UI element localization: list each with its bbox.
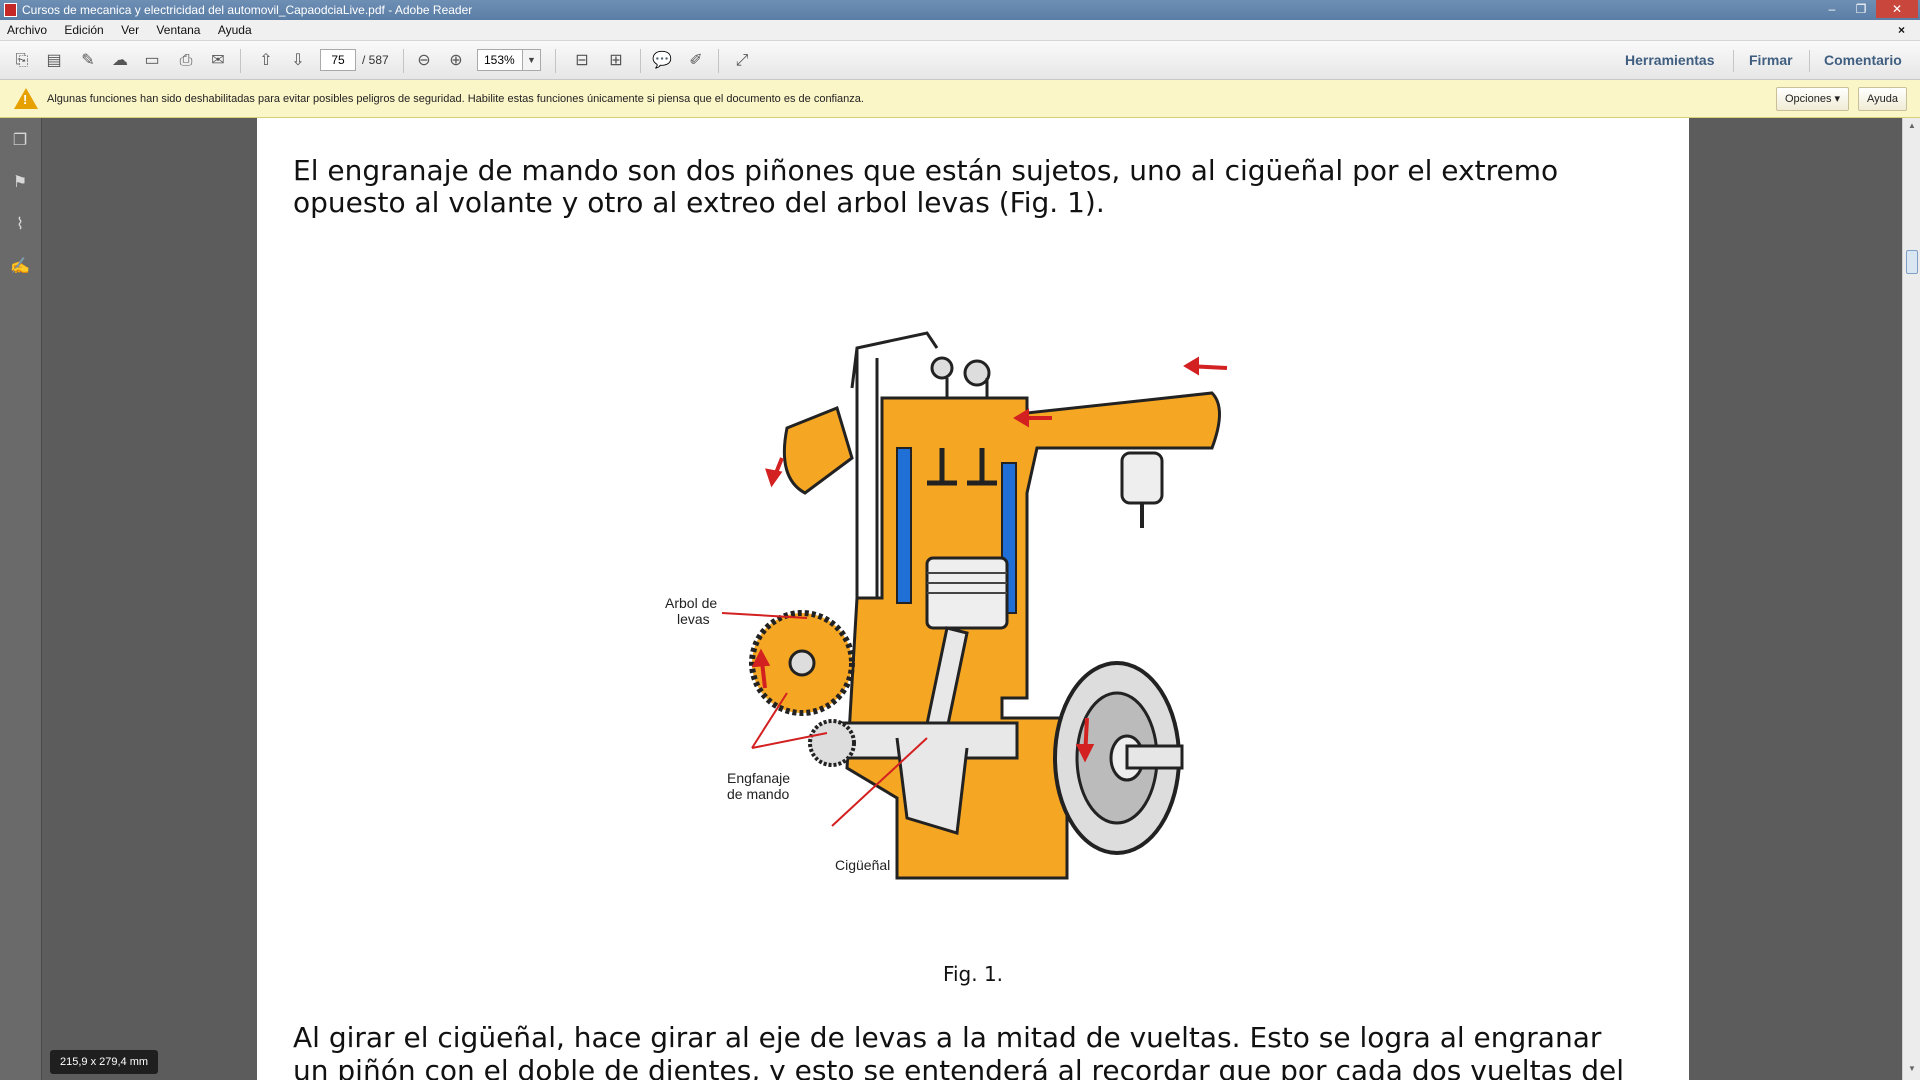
close-document-button[interactable]: × <box>1891 20 1912 41</box>
page-number-input[interactable]: 75 <box>320 49 356 71</box>
edit-icon[interactable]: ✎ <box>76 49 100 73</box>
label-engranaje-2: de mando <box>727 786 789 802</box>
email-icon[interactable]: ✉ <box>206 49 230 73</box>
engine-figure: Arbol de levas Engfanaje de mando Cigüeñ… <box>665 331 1228 880</box>
navigation-pane: ❐ ⚑ ⌇ ✍ <box>0 118 42 1080</box>
page-size-badge: 215,9 x 279,4 mm <box>50 1050 159 1074</box>
exhaust-pipe <box>782 405 854 495</box>
security-warning-bar: ! Algunas funciones han sido deshabilita… <box>0 80 1920 118</box>
cloud-upload-icon[interactable]: ☁ <box>108 49 132 73</box>
fit-width-icon[interactable]: ⊞ <box>604 49 628 73</box>
signatures-icon[interactable]: ✍ <box>9 256 31 278</box>
menu-edicion[interactable]: Edición <box>57 20 110 41</box>
paragraph-2-line-1: Al girar el cigüeñal, hace girar al eje … <box>293 1021 1602 1054</box>
toolbar-divider <box>640 49 641 73</box>
fit-page-icon[interactable]: ⊟ <box>570 49 594 73</box>
scroll-up-icon[interactable]: ▲ <box>1906 121 1918 133</box>
toolbar-divider <box>718 49 719 73</box>
warning-icon: ! <box>14 88 38 109</box>
attachments-icon[interactable]: ⌇ <box>9 214 31 236</box>
sign-link[interactable]: Firmar <box>1749 41 1793 80</box>
menu-bar: Archivo Edición Ver Ventana Ayuda × <box>0 20 1920 41</box>
highlight-icon[interactable]: ✐ <box>684 49 708 73</box>
menu-ventana[interactable]: Ventana <box>149 20 207 41</box>
toolbar-divider <box>555 49 556 73</box>
close-window-button[interactable]: ✕ <box>1876 0 1918 18</box>
open-file-icon[interactable]: ▤ <box>42 49 66 73</box>
figure-caption: Fig. 1. <box>942 962 1004 986</box>
title-bar: Cursos de mecanica y electricidad del au… <box>0 0 1920 20</box>
create-pdf-icon[interactable]: ⎘ <box>10 49 34 73</box>
toolbar-divider <box>240 49 241 73</box>
previous-page-icon[interactable]: ⇧ <box>254 49 278 73</box>
link-divider <box>1733 50 1734 72</box>
menu-ver[interactable]: Ver <box>114 20 146 41</box>
zoom-out-icon[interactable]: ⊖ <box>412 49 436 73</box>
adobe-reader-icon <box>4 3 17 17</box>
comment-icon[interactable]: 💬 <box>650 49 674 73</box>
menu-archivo[interactable]: Archivo <box>0 20 54 41</box>
bookmarks-icon[interactable]: ⚑ <box>9 172 31 194</box>
options-button[interactable]: Opciones ▾ <box>1776 87 1850 111</box>
page-total: / 587 <box>362 53 389 67</box>
pdf-page: El engranaje de mando son dos piñones qu… <box>257 118 1689 1080</box>
zoom-dropdown-icon[interactable]: ▼ <box>523 49 541 71</box>
fullscreen-icon[interactable]: ⤢ <box>730 49 754 73</box>
security-message: Algunas funciones han sido deshabilitada… <box>47 93 864 105</box>
next-page-icon[interactable]: ⇩ <box>286 49 310 73</box>
document-view[interactable]: El engranaje de mando son dos piñones qu… <box>42 118 1902 1080</box>
scrollbar-thumb[interactable] <box>1906 250 1918 274</box>
tools-link[interactable]: Herramientas <box>1625 41 1715 80</box>
scroll-down-icon[interactable]: ▼ <box>1906 1064 1918 1076</box>
paragraph-1-line-2: opuesto al volante y otro al extreo del … <box>293 186 1105 219</box>
menu-ayuda[interactable]: Ayuda <box>211 20 259 41</box>
label-arbol-1: Arbol de <box>665 595 717 611</box>
zoom-in-icon[interactable]: ⊕ <box>444 49 468 73</box>
window-title: Cursos de mecanica y electricidad del au… <box>22 3 473 17</box>
maximize-button[interactable]: ❐ <box>1847 0 1875 18</box>
minimize-button[interactable]: – <box>1818 0 1846 18</box>
label-engranaje-1: Engfanaje <box>727 770 790 786</box>
vertical-scrollbar[interactable]: ▲ ▼ <box>1902 118 1920 1080</box>
toolbar-divider <box>403 49 404 73</box>
label-ciguenal: Cigüeñal <box>835 857 890 873</box>
carburetor <box>1120 451 1164 505</box>
label-arbol-2: levas <box>677 611 710 627</box>
save-icon[interactable]: ▭ <box>140 49 164 73</box>
link-divider <box>1809 50 1810 72</box>
crank-gear <box>808 719 856 767</box>
help-button[interactable]: Ayuda <box>1858 87 1907 111</box>
paragraph-1-line-1: El engranaje de mando son dos piñones qu… <box>293 154 1559 187</box>
paragraph-2-line-2: un piñón con el doble de dientes, y esto… <box>293 1054 1624 1080</box>
print-icon[interactable]: ⎙ <box>174 49 198 73</box>
page-thumbnails-icon[interactable]: ❐ <box>9 130 31 152</box>
zoom-input[interactable]: 153% <box>477 49 523 71</box>
comment-link[interactable]: Comentario <box>1824 41 1902 80</box>
water-jacket-left <box>896 447 912 604</box>
